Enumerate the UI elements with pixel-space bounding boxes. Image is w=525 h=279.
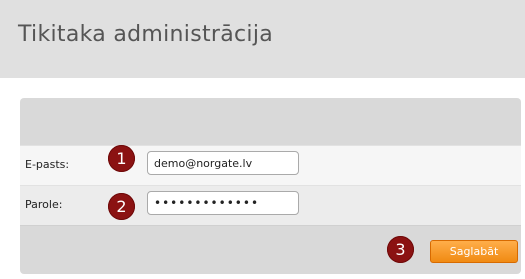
email-row: E-pasts: — [20, 145, 521, 185]
password-row: Parole: — [20, 185, 521, 226]
step-badge-2: 2 — [108, 193, 135, 220]
step-badge-1: 1 — [108, 145, 135, 172]
page-title: Tikitaka administrācija — [18, 22, 274, 47]
password-label: Parole: — [25, 198, 63, 211]
save-button[interactable]: Saglabāt — [430, 240, 518, 263]
header-bar: Tikitaka administrācija — [0, 0, 525, 78]
password-field[interactable] — [147, 191, 299, 215]
step-badge-3: 3 — [387, 236, 414, 263]
login-panel: E-pasts: Parole: 1 2 3 Saglabāt — [20, 98, 521, 274]
email-field[interactable] — [147, 151, 299, 175]
email-label: E-pasts: — [25, 158, 70, 171]
